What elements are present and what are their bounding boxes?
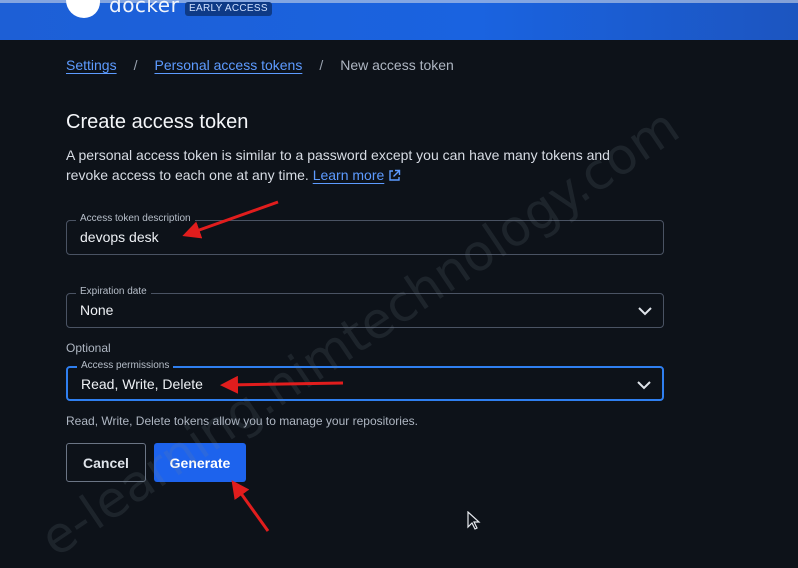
token-description-value[interactable]: devops desk	[80, 229, 159, 245]
permissions-helper-text: Read, Write, Delete tokens allow you to …	[66, 414, 418, 428]
optional-label: Optional	[66, 341, 111, 355]
access-permissions-label: Access permissions	[77, 360, 174, 371]
generate-button[interactable]: Generate	[154, 443, 246, 482]
top-bar: docker EARLY ACCESS	[0, 0, 798, 40]
annotation-arrows	[182, 200, 344, 532]
watermark: e-learning.nimtechnology.com	[30, 97, 690, 568]
learn-more-link[interactable]: Learn more	[313, 167, 402, 183]
brand-name[interactable]: docker	[109, 0, 179, 17]
page-description: A personal access token is similar to a …	[66, 145, 646, 185]
access-permissions-value: Read, Write, Delete	[81, 376, 203, 392]
breadcrumb-tokens-link[interactable]: Personal access tokens	[154, 57, 302, 73]
breadcrumb-separator: /	[133, 57, 138, 73]
docker-whale-icon[interactable]	[66, 0, 100, 18]
mouse-cursor-icon	[467, 511, 481, 530]
annotation-arrow	[231, 480, 270, 532]
expiration-date-label: Expiration date	[76, 286, 151, 297]
token-description-field[interactable]: Access token description devops desk	[66, 213, 664, 255]
external-link-icon	[389, 169, 401, 181]
chevron-down-icon[interactable]	[636, 377, 652, 393]
learn-more-label: Learn more	[312, 167, 385, 183]
breadcrumb-current: New access token	[340, 57, 454, 73]
early-access-badge: EARLY ACCESS	[185, 2, 272, 16]
breadcrumb-settings-link[interactable]: Settings	[66, 57, 117, 73]
cancel-button[interactable]: Cancel	[66, 443, 146, 482]
token-description-label: Access token description	[76, 213, 195, 224]
expiration-date-value: None	[80, 302, 114, 318]
expiration-date-select[interactable]: Expiration date None	[66, 286, 664, 328]
page-title: Create access token	[66, 111, 249, 133]
access-permissions-select[interactable]: Access permissions Read, Write, Delete	[66, 360, 664, 401]
chevron-down-icon[interactable]	[637, 303, 653, 319]
breadcrumb: Settings / Personal access tokens / New …	[66, 57, 454, 73]
breadcrumb-separator: /	[319, 57, 324, 73]
